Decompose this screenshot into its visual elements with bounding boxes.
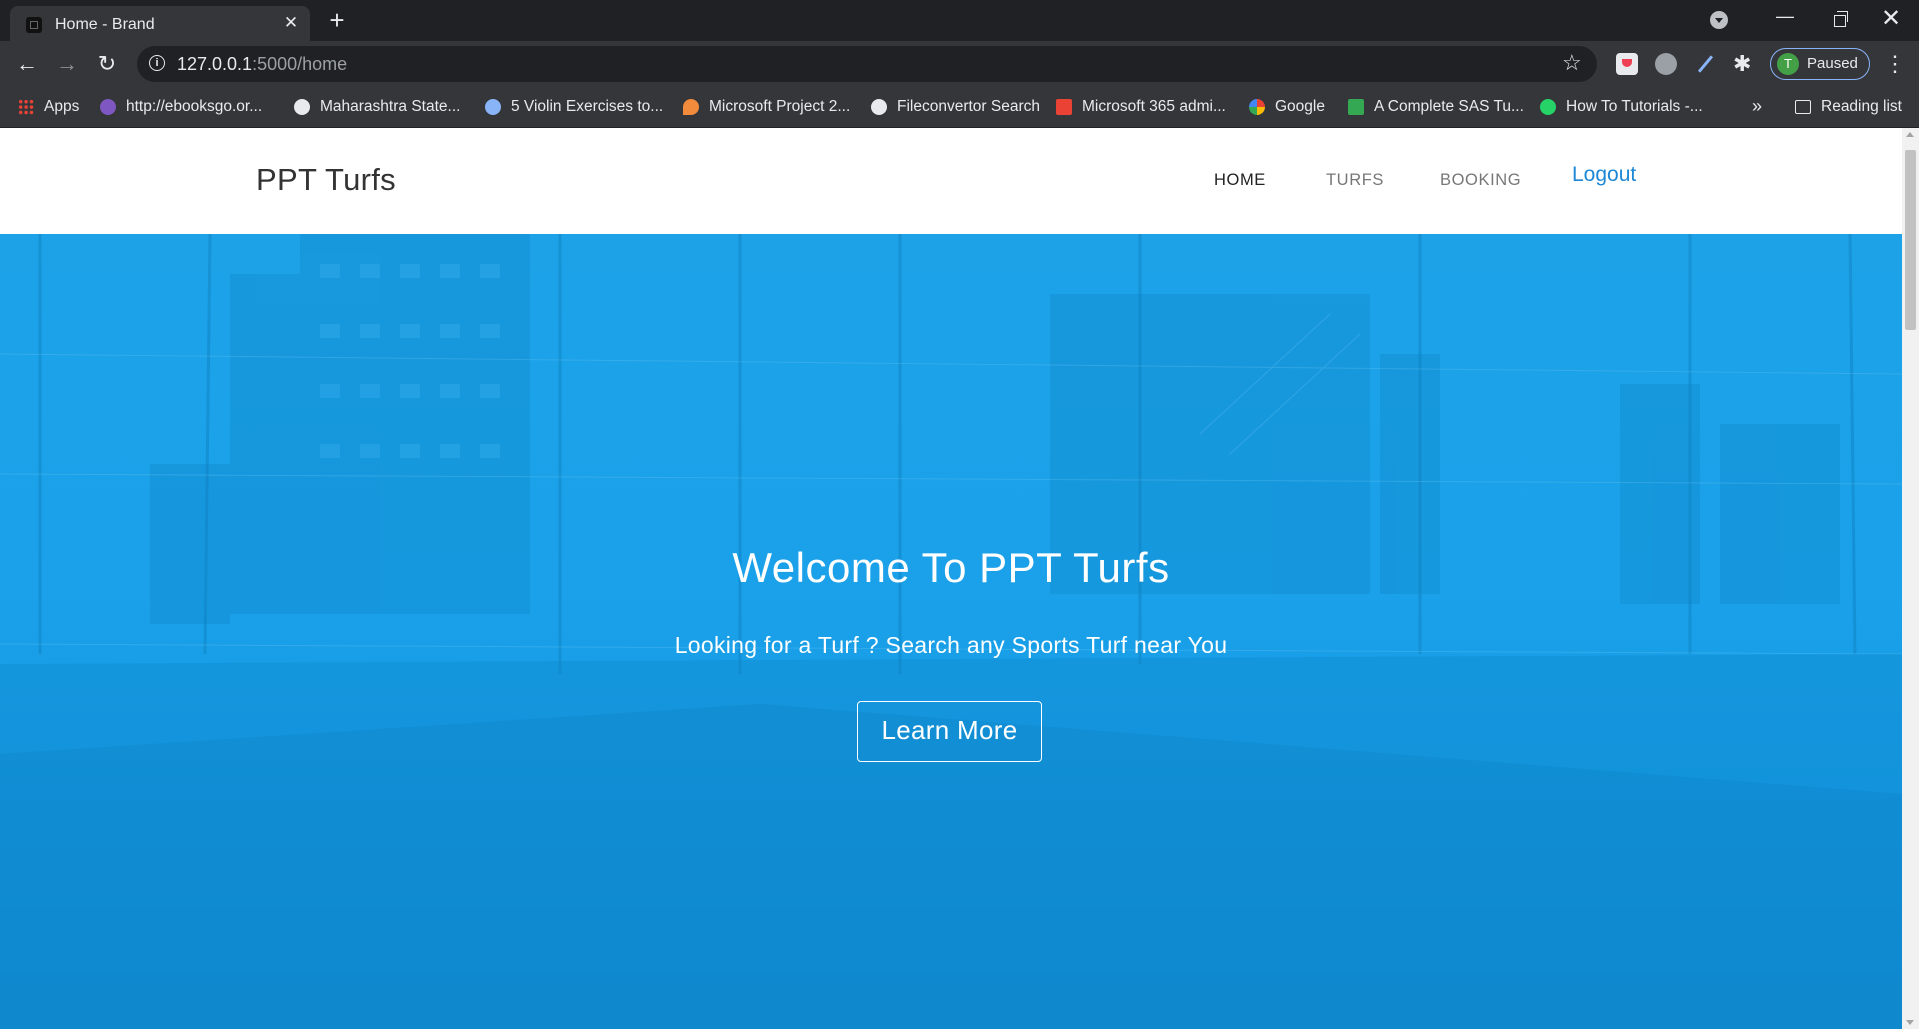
bookmark-label: http://ebooksgo.or... bbox=[126, 98, 263, 115]
bookmark-item[interactable]: Fileconvertor Search bbox=[871, 96, 1040, 118]
tab-strip: Home - Brand ✕ + — ✕ bbox=[0, 0, 1919, 41]
profile-status: Paused bbox=[1807, 55, 1858, 72]
tab-search-icon[interactable] bbox=[1710, 11, 1728, 29]
github-icon bbox=[871, 99, 887, 115]
bookmark-item[interactable]: Microsoft Project 2... bbox=[683, 96, 850, 118]
minimize-window-icon[interactable]: — bbox=[1770, 4, 1800, 34]
wordpress-icon bbox=[485, 99, 501, 115]
bookmark-label: Microsoft Project 2... bbox=[709, 98, 851, 115]
scroll-up-arrow-icon[interactable] bbox=[1906, 132, 1914, 137]
profile-button[interactable]: T Paused bbox=[1770, 48, 1870, 80]
new-tab-icon[interactable]: + bbox=[325, 7, 349, 33]
avatar: T bbox=[1777, 53, 1799, 75]
bookmark-item[interactable]: http://ebooksgo.or... bbox=[100, 96, 262, 118]
bookmark-label: A Complete SAS Tu... bbox=[1374, 98, 1524, 115]
back-arrow-icon[interactable]: ← bbox=[11, 48, 43, 80]
hero-section: Welcome To PPT Turfs Looking for a Turf … bbox=[0, 234, 1902, 1029]
gmail-icon bbox=[1056, 99, 1072, 115]
site-info-icon[interactable]: i bbox=[149, 55, 165, 71]
site-navbar: PPT Turfs HOME TURFS BOOKING Logout bbox=[0, 128, 1902, 234]
logout-link[interactable]: Logout bbox=[1572, 163, 1636, 187]
tab-favicon-icon bbox=[26, 17, 42, 33]
bookmark-label: Google bbox=[1275, 98, 1325, 115]
nav-link-turfs[interactable]: TURFS bbox=[1326, 171, 1384, 190]
bookmark-label: Microsoft 365 admi... bbox=[1082, 98, 1226, 115]
browser-menu-icon[interactable]: ⋮ bbox=[1883, 48, 1907, 80]
bookmark-label: 5 Violin Exercises to... bbox=[511, 98, 664, 115]
bookmark-item[interactable]: Maharashtra State... bbox=[294, 96, 460, 118]
reading-list-label: Reading list bbox=[1821, 98, 1902, 115]
page-scrollbar[interactable] bbox=[1902, 128, 1919, 1029]
reload-icon[interactable]: ↻ bbox=[91, 48, 123, 80]
globe-icon bbox=[294, 99, 310, 115]
bookmark-item[interactable]: 5 Violin Exercises to... bbox=[485, 96, 663, 118]
pen-extension-icon[interactable] bbox=[1694, 53, 1716, 75]
pocket-extension-icon[interactable] bbox=[1616, 53, 1638, 75]
site-brand[interactable]: PPT Turfs bbox=[256, 162, 396, 198]
reading-list-button[interactable]: Reading list bbox=[1795, 96, 1902, 118]
bookmarks-bar: Apps http://ebooksgo.or... Maharashtra S… bbox=[0, 87, 1919, 128]
reading-list-icon bbox=[1795, 100, 1811, 114]
extension-icon[interactable] bbox=[1655, 53, 1677, 75]
forward-arrow-icon[interactable]: → bbox=[51, 48, 83, 80]
nav-link-home[interactable]: HOME bbox=[1214, 171, 1266, 190]
bookmark-label: Maharashtra State... bbox=[320, 98, 461, 115]
close-tab-icon[interactable]: ✕ bbox=[280, 12, 302, 34]
ebooksgo-icon bbox=[100, 99, 116, 115]
bookmark-apps[interactable]: Apps bbox=[18, 96, 79, 118]
tab-title: Home - Brand bbox=[55, 16, 155, 33]
page-viewport: PPT Turfs HOME TURFS BOOKING Logout Welc… bbox=[0, 128, 1902, 1029]
url-host: 127.0.0.1 bbox=[177, 54, 253, 74]
hero-title: Welcome To PPT Turfs bbox=[732, 544, 1170, 591]
url-path: :5000/home bbox=[252, 54, 348, 74]
bookmark-item[interactable]: Google bbox=[1249, 96, 1325, 118]
address-bar[interactable]: i 127.0.0.1:5000/home ☆ bbox=[137, 46, 1597, 82]
scrollbar-thumb[interactable] bbox=[1905, 150, 1916, 330]
bookmark-star-icon[interactable]: ☆ bbox=[1562, 50, 1582, 76]
apps-grid-icon bbox=[18, 99, 34, 115]
bookmark-label: Fileconvertor Search bbox=[897, 98, 1041, 115]
bookmarks-overflow-icon[interactable]: » bbox=[1752, 96, 1762, 117]
google-icon bbox=[1249, 99, 1265, 115]
nav-link-booking[interactable]: BOOKING bbox=[1440, 171, 1521, 190]
scroll-down-arrow-icon[interactable] bbox=[1906, 1020, 1914, 1025]
browser-toolbar: ← → ↻ i 127.0.0.1:5000/home ☆ ✱ T Paused… bbox=[0, 41, 1919, 87]
whatsapp-icon bbox=[1540, 99, 1556, 115]
close-window-icon[interactable]: ✕ bbox=[1876, 4, 1906, 34]
bookmark-item[interactable]: How To Tutorials -... bbox=[1540, 96, 1703, 118]
hero-subtitle: Looking for a Turf ? Search any Sports T… bbox=[674, 632, 1228, 658]
restore-window-icon[interactable] bbox=[1825, 4, 1855, 34]
extensions-puzzle-icon[interactable]: ✱ bbox=[1733, 53, 1755, 75]
bookmark-label: Apps bbox=[44, 98, 80, 115]
bookmark-item[interactable]: A Complete SAS Tu... bbox=[1348, 96, 1524, 118]
bookmark-item[interactable]: Microsoft 365 admi... bbox=[1056, 96, 1226, 118]
browser-tab[interactable]: Home - Brand ✕ bbox=[10, 6, 310, 41]
sas-icon bbox=[1348, 99, 1364, 115]
url-text[interactable]: 127.0.0.1:5000/home bbox=[177, 54, 347, 75]
learn-more-button[interactable]: Learn More bbox=[857, 701, 1042, 762]
project-icon bbox=[683, 99, 699, 115]
bookmark-label: How To Tutorials -... bbox=[1566, 98, 1703, 115]
